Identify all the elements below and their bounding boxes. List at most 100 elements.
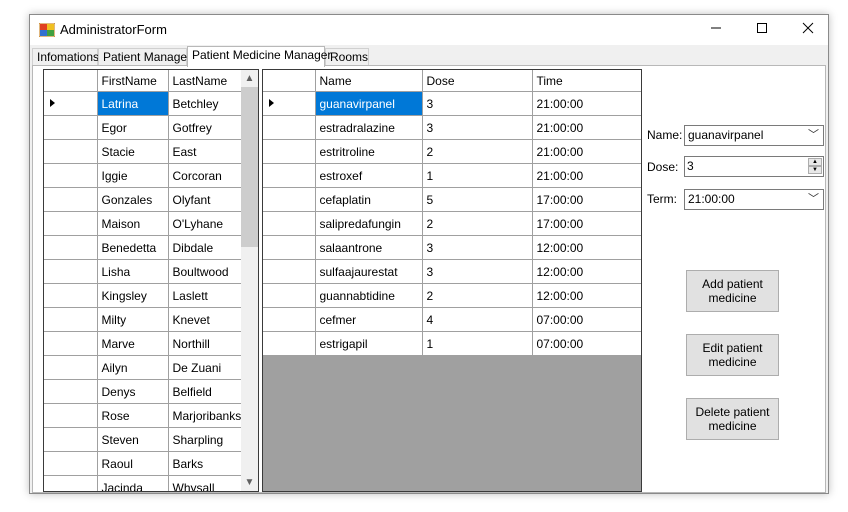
dose-spinner[interactable]: ▲ ▼ xyxy=(808,158,822,175)
table-cell[interactable]: Ailyn xyxy=(97,355,169,380)
table-row[interactable]: salaantrone 3 12:00:00 xyxy=(263,235,641,260)
table-cell[interactable]: 3 xyxy=(422,115,533,140)
table-row[interactable]: Steven Sharpling xyxy=(44,427,243,452)
table-cell[interactable]: Dibdale xyxy=(168,235,243,260)
edit-patient-medicine-button[interactable]: Edit patient medicine xyxy=(686,334,779,376)
table-cell[interactable]: 1 xyxy=(422,163,533,188)
row-header[interactable] xyxy=(44,163,98,188)
row-header[interactable] xyxy=(44,475,98,491)
table-row[interactable]: Maison O'Lyhane xyxy=(44,211,243,236)
row-header[interactable] xyxy=(263,163,316,188)
column-header-name[interactable]: Name xyxy=(315,70,423,92)
table-cell[interactable]: Barks xyxy=(168,451,243,476)
table-cell[interactable]: East xyxy=(168,139,243,164)
table-cell[interactable]: Steven xyxy=(97,427,169,452)
table-row[interactable]: Egor Gotfrey xyxy=(44,115,243,140)
table-cell[interactable]: 12:00:00 xyxy=(532,259,641,284)
row-header[interactable] xyxy=(44,355,98,380)
table-cell[interactable]: Belfield xyxy=(168,379,243,404)
table-row[interactable]: estroxef 1 21:00:00 xyxy=(263,163,641,188)
table-cell[interactable]: Sharpling xyxy=(168,427,243,452)
table-cell[interactable]: Gotfrey xyxy=(168,115,243,140)
table-cell[interactable]: Corcoran xyxy=(168,163,243,188)
name-combobox[interactable]: guanavirpanel ﹀ xyxy=(684,125,824,146)
table-row[interactable]: Jacinda Whysall xyxy=(44,475,243,491)
scroll-down-icon[interactable]: ▼ xyxy=(241,474,258,491)
table-row[interactable]: Iggie Corcoran xyxy=(44,163,243,188)
row-header[interactable] xyxy=(263,307,316,332)
table-row[interactable]: Stacie East xyxy=(44,139,243,164)
row-header[interactable] xyxy=(263,235,316,260)
table-cell[interactable]: Jacinda xyxy=(97,475,169,491)
tab-rooms[interactable]: Rooms xyxy=(325,48,369,66)
row-header[interactable] xyxy=(44,115,98,140)
table-cell[interactable]: Boultwood xyxy=(168,259,243,284)
table-row[interactable]: estritroline 2 21:00:00 xyxy=(263,139,641,164)
table-cell[interactable]: Benedetta xyxy=(97,235,169,260)
table-cell[interactable]: 3 xyxy=(422,259,533,284)
table-cell[interactable]: estritroline xyxy=(315,139,423,164)
table-cell[interactable]: Latrina xyxy=(97,91,169,116)
row-header[interactable] xyxy=(263,91,316,116)
table-cell[interactable]: Lisha xyxy=(97,259,169,284)
table-row[interactable]: guanavirpanel 3 21:00:00 xyxy=(263,91,641,116)
table-cell[interactable]: guannabtidine xyxy=(315,283,423,308)
table-row[interactable]: Benedetta Dibdale xyxy=(44,235,243,260)
table-cell[interactable]: Northill xyxy=(168,331,243,356)
table-cell[interactable]: 21:00:00 xyxy=(532,115,641,140)
table-cell[interactable]: Kingsley xyxy=(97,283,169,308)
row-header[interactable] xyxy=(44,403,98,428)
table-cell[interactable]: estradralazine xyxy=(315,115,423,140)
table-row[interactable]: estrigapil 1 07:00:00 xyxy=(263,331,641,356)
row-header[interactable] xyxy=(263,331,316,356)
table-cell[interactable]: 4 xyxy=(422,307,533,332)
table-cell[interactable]: 3 xyxy=(422,91,533,116)
row-header[interactable] xyxy=(44,379,98,404)
row-header[interactable] xyxy=(44,139,98,164)
table-cell[interactable]: Knevet xyxy=(168,307,243,332)
table-cell[interactable]: Egor xyxy=(97,115,169,140)
table-cell[interactable]: 21:00:00 xyxy=(532,139,641,164)
table-row[interactable]: Gonzales Olyfant xyxy=(44,187,243,212)
table-cell[interactable]: Rose xyxy=(97,403,169,428)
table-cell[interactable]: salaantrone xyxy=(315,235,423,260)
table-cell[interactable]: 1 xyxy=(422,331,533,356)
table-cell[interactable]: Iggie xyxy=(97,163,169,188)
table-cell[interactable]: Milty xyxy=(97,307,169,332)
column-header-lastname[interactable]: LastName xyxy=(168,70,243,92)
spin-down-icon[interactable]: ▼ xyxy=(808,166,822,174)
scroll-up-icon[interactable]: ▲ xyxy=(241,70,258,87)
table-cell[interactable]: Laslett xyxy=(168,283,243,308)
medicines-grid[interactable]: Name Dose Time guanavirpanel 3 21:00:00 est… xyxy=(262,69,642,492)
table-cell[interactable]: 3 xyxy=(422,235,533,260)
table-row[interactable]: Lisha Boultwood xyxy=(44,259,243,284)
row-header[interactable] xyxy=(44,427,98,452)
tab-informations[interactable]: Infomations xyxy=(32,48,99,66)
table-cell[interactable]: Stacie xyxy=(97,139,169,164)
table-cell[interactable]: cefmer xyxy=(315,307,423,332)
table-cell[interactable]: Whysall xyxy=(168,475,243,491)
table-row[interactable]: Rose Marjoribanks xyxy=(44,403,243,428)
table-cell[interactable]: cefaplatin xyxy=(315,187,423,212)
table-cell[interactable]: Betchley xyxy=(168,91,243,116)
row-header[interactable] xyxy=(263,139,316,164)
row-header[interactable] xyxy=(263,259,316,284)
table-row[interactable]: Raoul Barks xyxy=(44,451,243,476)
table-row[interactable]: cefaplatin 5 17:00:00 xyxy=(263,187,641,212)
table-row[interactable]: salipredafungin 2 17:00:00 xyxy=(263,211,641,236)
term-combobox[interactable]: 21:00:00 ﹀ xyxy=(684,189,824,210)
table-cell[interactable]: 2 xyxy=(422,283,533,308)
patients-scrollbar[interactable]: ▲ ▼ xyxy=(241,70,258,491)
table-cell[interactable]: sulfaajaurestat xyxy=(315,259,423,284)
patients-grid[interactable]: FirstName LastName Latrina Betchley Egor Go… xyxy=(43,69,259,492)
row-header[interactable] xyxy=(44,259,98,284)
chevron-down-icon[interactable]: ﹀ xyxy=(808,190,819,209)
minimize-button[interactable] xyxy=(693,15,739,45)
table-cell[interactable]: Denys xyxy=(97,379,169,404)
table-row[interactable]: Latrina Betchley xyxy=(44,91,243,116)
table-cell[interactable]: 12:00:00 xyxy=(532,283,641,308)
row-header[interactable] xyxy=(44,451,98,476)
table-row[interactable]: Marve Northill xyxy=(44,331,243,356)
table-row[interactable]: estradralazine 3 21:00:00 xyxy=(263,115,641,140)
dose-numeric-input[interactable]: 3 ▲ ▼ xyxy=(684,156,824,177)
